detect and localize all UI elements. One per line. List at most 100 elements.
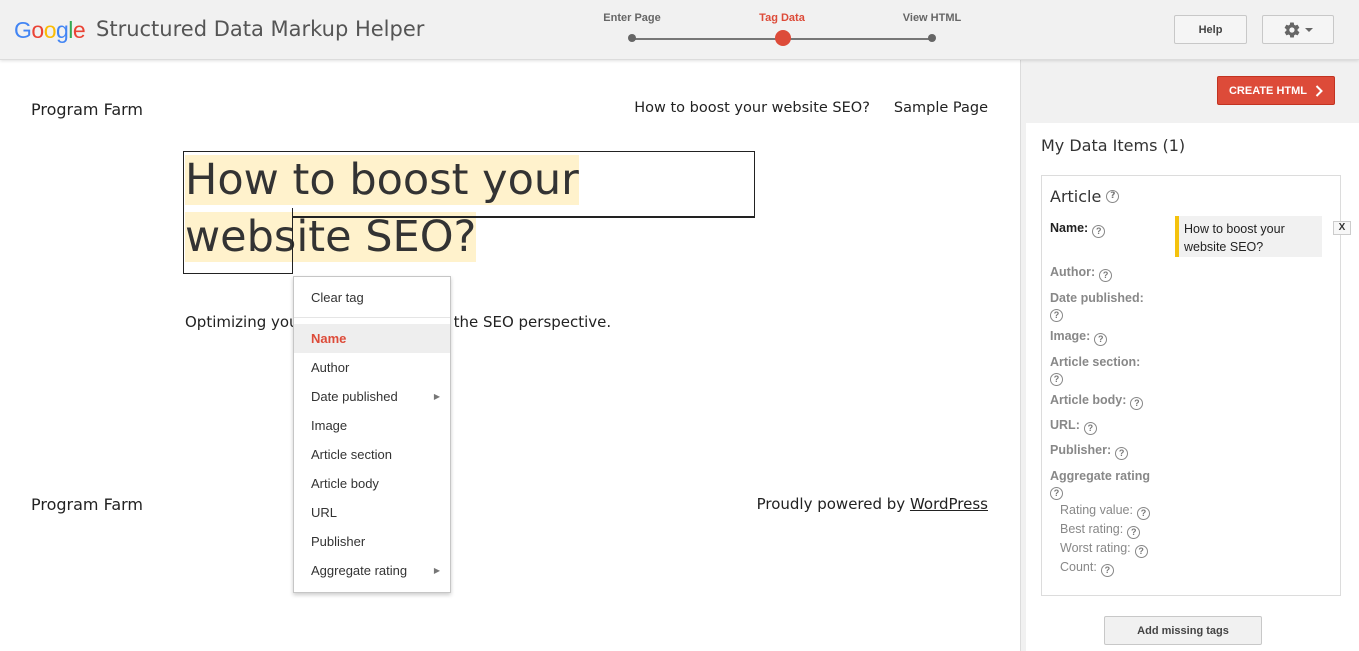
prop-label: Aggregate rating <box>1050 469 1151 483</box>
menu-item-url[interactable]: URL <box>294 498 450 527</box>
help-icon[interactable]: ? <box>1050 487 1063 500</box>
nav-link-sample-page[interactable]: Sample Page <box>894 100 988 116</box>
help-icon[interactable]: ? <box>1100 564 1114 577</box>
create-html-label: CREATE HTML <box>1228 84 1307 97</box>
help-icon[interactable]: ? <box>1050 309 1063 322</box>
prop-label: Publisher: <box>1050 443 1112 457</box>
prop-label: Name: <box>1050 221 1089 235</box>
progress-steps: Enter Page Tag Data View HTML <box>600 12 980 52</box>
remove-value-button[interactable]: X <box>1333 221 1351 235</box>
subprop-label: Worst rating: <box>1060 541 1131 555</box>
menu-item-author[interactable]: Author <box>294 353 450 382</box>
help-icon[interactable]: ? <box>1083 422 1097 435</box>
name-value[interactable]: How to boost your website SEO? <box>1175 216 1322 257</box>
subprop-rating-value[interactable]: Rating value:? <box>1060 503 1150 520</box>
subprop-worst-rating[interactable]: Worst rating:? <box>1060 541 1148 558</box>
prop-author[interactable]: Author:? <box>1050 265 1113 282</box>
step-label: Enter Page <box>603 12 661 24</box>
excerpt-end: the SEO perspective. <box>453 313 612 331</box>
my-data-items: My Data Items (1) Article ? Name:? How t… <box>1026 123 1359 651</box>
caret-down-icon <box>1305 27 1313 32</box>
article-item-card: Article ? Name:? How to boost your websi… <box>1041 175 1351 596</box>
prop-article-body[interactable]: Article body:? <box>1050 393 1144 410</box>
prop-label: Author: <box>1050 265 1096 279</box>
menu-item-label: Image <box>311 418 348 433</box>
menu-item-date-published[interactable]: Date published ▶ <box>294 382 450 411</box>
step-dot <box>628 34 636 42</box>
subprop-best-rating[interactable]: Best rating:? <box>1060 522 1141 539</box>
logo-letter-g: G <box>14 17 32 43</box>
menu-item-label: Article body <box>311 476 379 491</box>
wordpress-link[interactable]: WordPress <box>910 495 988 513</box>
prop-label: Date published: <box>1050 291 1144 305</box>
subprop-label: Best rating: <box>1060 522 1124 536</box>
help-icon[interactable]: ? <box>1134 545 1148 558</box>
step-dot-active <box>775 30 791 46</box>
menu-item-image[interactable]: Image <box>294 411 450 440</box>
logo-letter-o2: o <box>43 17 57 43</box>
help-icon[interactable]: ? <box>1106 190 1120 203</box>
menu-item-article-body[interactable]: Article body <box>294 469 450 498</box>
prop-label: Article section: <box>1050 355 1141 369</box>
logo-letter-e: e <box>72 17 86 43</box>
step-enter-page[interactable]: Enter Page <box>587 12 677 42</box>
prop-date-published[interactable]: Date published:? <box>1050 291 1144 322</box>
submenu-arrow-icon: ▶ <box>433 566 440 575</box>
excerpt-start: Optimizing you <box>185 313 299 331</box>
logo-letter-g2: g <box>55 17 69 43</box>
google-logo: G o o g l e <box>14 17 86 44</box>
prop-aggregate-rating[interactable]: Aggregate rating? <box>1050 469 1150 500</box>
help-icon[interactable]: ? <box>1115 447 1129 460</box>
site-title[interactable]: Program Farm <box>31 100 143 119</box>
prop-url[interactable]: URL:? <box>1050 418 1097 435</box>
step-dot <box>928 34 936 42</box>
prop-publisher[interactable]: Publisher:? <box>1050 443 1129 460</box>
help-icon[interactable]: ? <box>1094 333 1108 346</box>
site-nav: How to boost your website SEO? Sample Pa… <box>634 100 988 116</box>
items-title: My Data Items (1) <box>1041 136 1186 155</box>
menu-item-label: Date published <box>311 389 398 404</box>
gear-icon <box>1284 21 1300 38</box>
menu-item-label: Aggregate rating <box>311 563 408 578</box>
menu-item-publisher[interactable]: Publisher <box>294 527 450 556</box>
tag-context-menu: Clear tag Name Author Date published ▶ Im… <box>293 276 451 593</box>
tagged-headline-text[interactable]: How to boost your website SEO? <box>185 155 579 262</box>
subprop-count[interactable]: Count:? <box>1060 560 1114 577</box>
settings-button[interactable] <box>1262 15 1334 44</box>
step-tag-data[interactable]: Tag Data <box>737 12 827 46</box>
article-headline[interactable]: How to boost your website SEO? <box>185 152 755 266</box>
top-toolbar: G o o g l e Structured Data Markup Helpe… <box>0 0 1359 60</box>
add-missing-tags-button[interactable]: Add missing tags <box>1104 616 1262 645</box>
help-icon[interactable]: ? <box>1092 225 1106 238</box>
subprop-label: Count: <box>1060 560 1097 574</box>
step-view-html[interactable]: View HTML <box>887 12 977 42</box>
item-type-title: Article ? <box>1050 187 1120 206</box>
prop-label: Article body: <box>1050 393 1127 407</box>
menu-item-label: Author <box>311 360 350 375</box>
data-items-panel: CREATE HTML My Data Items (1) Article ? … <box>1020 60 1359 651</box>
menu-item-article-section[interactable]: Article section <box>294 440 450 469</box>
menu-item-name[interactable]: Name <box>294 324 450 353</box>
help-icon[interactable]: ? <box>1130 397 1144 410</box>
menu-item-clear-tag[interactable]: Clear tag <box>294 277 450 318</box>
prop-article-section[interactable]: Article section:? <box>1050 355 1140 386</box>
prop-name: Name:? <box>1050 221 1106 238</box>
create-html-button[interactable]: CREATE HTML <box>1217 76 1335 105</box>
help-icon[interactable]: ? <box>1050 373 1063 386</box>
page-preview: Program Farm How to boost your website S… <box>0 60 1020 651</box>
footer-site-title[interactable]: Program Farm <box>31 495 143 514</box>
logo-letter-o1: o <box>31 17 44 43</box>
help-button[interactable]: Help <box>1174 15 1247 44</box>
step-label: View HTML <box>902 12 962 24</box>
help-icon[interactable]: ? <box>1127 526 1141 539</box>
menu-item-label: Name <box>311 331 347 346</box>
chevron-right-icon <box>1315 84 1323 97</box>
help-icon[interactable]: ? <box>1136 507 1150 520</box>
nav-link-post[interactable]: How to boost your website SEO? <box>634 100 870 116</box>
prop-image[interactable]: Image:? <box>1050 329 1108 346</box>
menu-item-aggregate-rating[interactable]: Aggregate rating ▶ <box>294 556 450 585</box>
submenu-arrow-icon: ▶ <box>433 392 440 401</box>
tag-outline-divider <box>293 216 755 218</box>
help-icon[interactable]: ? <box>1099 269 1113 282</box>
subprop-label: Rating value: <box>1060 503 1133 517</box>
